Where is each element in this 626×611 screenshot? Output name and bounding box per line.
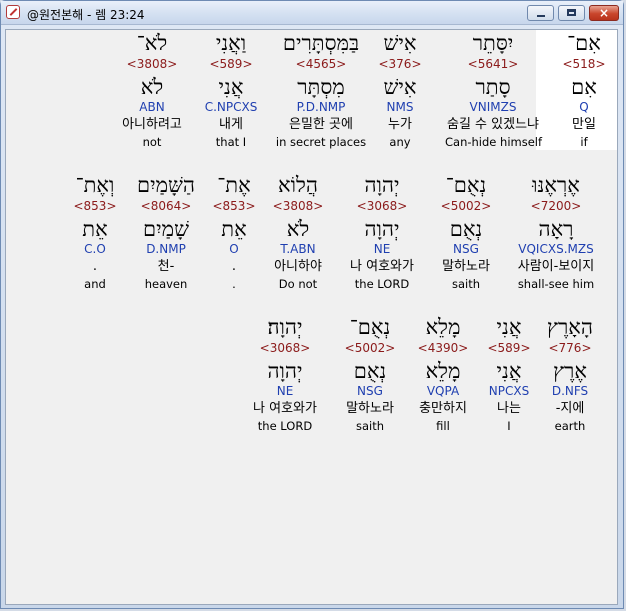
word-cell[interactable]: בַּמִּסְתָּרִים <4565> מִסְתָּר P.D.NMP … [273,30,369,150]
strong-number[interactable]: <4565> [273,55,369,74]
word-cell[interactable]: יְהוָה <3068> יְהוָה NE 나 여호와가 the LORD [334,172,430,292]
hebrew-word: בַּמִּסְתָּרִים [282,31,360,55]
interlinear-panel: אִם־ <518> אִם Q 만일 if יִסָּתֵר <5641> ס… [5,29,618,605]
korean-gloss: 사람이-보이지 [517,259,595,274]
korean-gloss: . [92,259,98,274]
app-icon[interactable] [6,5,20,19]
hebrew-word: יְהוָה׃ [267,315,303,339]
english-gloss: saith [451,277,481,291]
hebrew-lemma: נְאֻם [353,359,387,383]
hebrew-lemma: רָאָה [538,217,574,241]
word-cell[interactable]: נְאֻם־ <5002> נְאֻם NSG 말하노라 saith [418,172,514,292]
korean-gloss: 나 여호와가 [253,401,317,416]
hebrew-lemma: יְהוָה [267,359,303,383]
english-gloss: and [84,277,106,291]
morph-code: Q [579,100,589,114]
english-gloss: the LORD [257,419,313,433]
strong-number[interactable]: <5641> [445,55,541,74]
hebrew-lemma: אִם [571,75,597,99]
hebrew-lemma: מִסְתָּר [297,75,345,99]
hebrew-word: יִסָּתֵר [472,31,514,55]
morph-code: NSG [453,242,479,256]
word-cell[interactable]: אֶרְאֶנּוּ <7200> רָאָה VQICXS.MZS 사람이-보… [508,172,604,292]
strong-number[interactable]: <853> [47,197,143,216]
english-gloss: saith [355,419,385,433]
hebrew-lemma: סָתַר [475,75,511,99]
strong-number[interactable]: <7200> [508,197,604,216]
strong-number[interactable]: <5002> [322,339,418,358]
hebrew-word: אִם־ [567,31,601,55]
morph-code: NE [276,384,294,398]
app-window: @원전본해 - 렘 23:24 × אִם־ <518> אִם Q 만일 if… [0,0,624,609]
minimize-icon [537,15,545,17]
korean-gloss: 은밀한 곳에 [289,117,353,132]
hebrew-word: נְאֻם־ [349,315,391,339]
hebrew-word: אֶרְאֶנּוּ [532,173,580,197]
korean-gloss: 나 여호와가 [350,259,414,274]
hebrew-word: נְאֻם־ [445,173,487,197]
morph-code: NSG [357,384,383,398]
strong-number[interactable]: <3068> [237,339,333,358]
morph-code: P.D.NMP [296,100,346,114]
strong-number[interactable]: <518> [536,55,617,74]
strong-number[interactable]: <3808> [104,55,200,74]
morph-code: VNIMZS [469,100,517,114]
english-gloss: not [142,135,162,149]
maximize-icon [567,9,576,16]
english-gloss: Can-hide himself [445,135,543,149]
hebrew-word: וְאֶת־ [75,173,115,197]
hebrew-lemma: יְהוָה [364,217,400,241]
korean-gloss: 말하노라 [442,259,490,274]
korean-gloss: 숨길 수 있겠느냐 [447,117,539,132]
english-gloss: if [580,135,588,149]
close-button[interactable]: × [589,5,619,21]
close-icon: × [598,6,610,20]
english-gloss: shall-see him [517,277,595,291]
morph-code: C.O [84,242,106,256]
word-cell[interactable]: יְהוָה׃ <3068> יְהוָה NE 나 여호와가 the LORD [237,314,333,434]
word-cell[interactable]: לֹא־ <3808> לֹא ABN 아니하려고 not [104,30,200,150]
hebrew-lemma: נְאֻם [449,217,483,241]
english-gloss: in secret places [275,135,367,149]
title-bar[interactable]: @원전본해 - 렘 23:24 × [1,1,623,25]
morph-code: NE [373,242,391,256]
hebrew-word: לֹא־ [136,31,168,55]
minimize-button[interactable] [527,5,554,21]
hebrew-lemma: לֹא [140,75,164,99]
korean-gloss: 말하노라 [346,401,394,416]
maximize-button[interactable] [558,5,585,21]
hebrew-lemma: אֵת [82,217,108,241]
word-cell[interactable]: נְאֻם־ <5002> נְאֻם NSG 말하노라 saith [322,314,418,434]
strong-number[interactable]: <3068> [334,197,430,216]
strong-number[interactable]: <5002> [418,197,514,216]
korean-gloss: 아니하려고 [122,117,182,132]
word-cell[interactable]: אִם־ <518> אִם Q 만일 if [536,30,617,150]
morph-code: VQICXS.MZS [518,242,594,256]
window-title: @원전본해 - 렘 23:24 [27,8,145,22]
word-cell[interactable]: יִסָּתֵר <5641> סָתַר VNIMZS 숨길 수 있겠느냐 C… [445,30,543,150]
hebrew-word: יְהוָה [364,173,400,197]
morph-code: ABN [139,100,165,114]
word-cell[interactable]: וְאֶת־ <853> אֵת C.O . and [47,172,143,292]
english-gloss: the LORD [354,277,410,291]
korean-gloss: 만일 [572,117,596,132]
